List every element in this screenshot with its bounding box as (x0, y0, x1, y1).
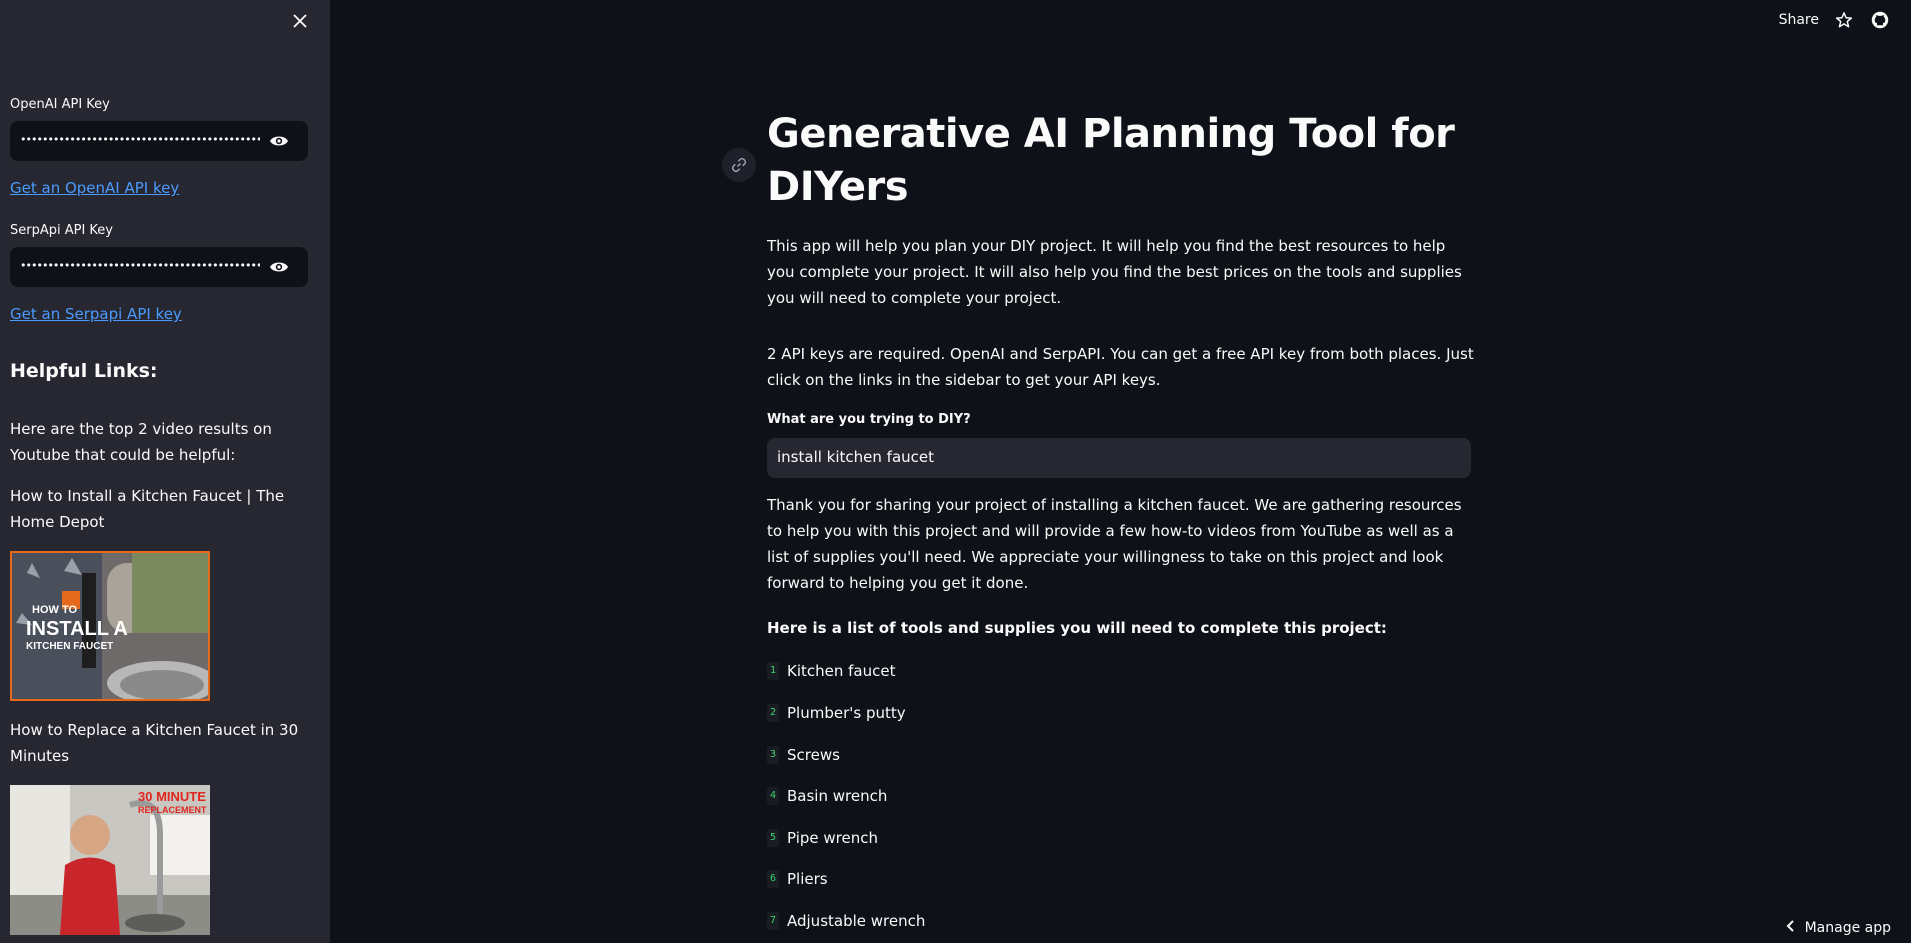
get-openai-key-link[interactable]: Get an OpenAI API key (10, 179, 179, 197)
openai-key-value[interactable]: ••••••••••••••••••••••••••••••••••••••••… (20, 133, 260, 146)
intro-paragraph: This app will help you plan your DIY pro… (767, 237, 1462, 307)
response-paragraph: Thank you for sharing your project of in… (767, 496, 1462, 592)
openai-key-label: OpenAI API Key (10, 97, 110, 112)
manage-app-label: Manage app (1804, 920, 1891, 936)
list-item-number: 1 (767, 662, 779, 680)
list-item: 4 Basin wrench (767, 783, 887, 809)
manage-app-button[interactable]: Manage app (1770, 913, 1911, 943)
video-1-thumb-prefix: HOW TO (32, 604, 77, 616)
video-1-title: How to Install a Kitchen Faucet | The Ho… (10, 487, 285, 531)
star-icon[interactable] (1833, 9, 1855, 31)
list-item-label: Basin wrench (787, 787, 888, 805)
list-item-label: Pipe wrench (787, 829, 878, 847)
api-note-paragraph: 2 API keys are required. OpenAI and Serp… (767, 345, 1474, 389)
list-item: 5 Pipe wrench (767, 825, 878, 851)
sidebar: OpenAI API Key •••••••••••••••••••••••••… (0, 0, 330, 943)
top-toolbar: Share (1779, 0, 1911, 40)
list-item-number: 4 (767, 787, 779, 805)
video-1-thumb-subtext: KITCHEN FAUCET (26, 641, 113, 652)
chevron-left-icon (1785, 920, 1795, 936)
diy-project-input[interactable]: install kitchen faucet (767, 438, 1471, 478)
list-item-label: Adjustable wrench (787, 912, 926, 930)
list-item-number: 7 (767, 912, 779, 930)
list-item-number: 5 (767, 829, 779, 847)
openai-key-input[interactable]: ••••••••••••••••••••••••••••••••••••••••… (10, 121, 308, 161)
video-2-thumb-subtext: REPLACEMENT (138, 805, 207, 815)
list-item-number: 3 (767, 746, 779, 764)
github-icon[interactable] (1869, 9, 1891, 31)
share-button[interactable]: Share (1779, 12, 1819, 28)
video-1-thumbnail[interactable]: HOW TO INSTALL A KITCHEN FAUCET (10, 551, 210, 701)
list-item-number: 6 (767, 870, 779, 888)
list-item: 7 Adjustable wrench (767, 908, 925, 934)
supplies-list-heading: Here is a list of tools and supplies you… (767, 619, 1387, 637)
link-anchor-icon[interactable] (722, 148, 756, 182)
videos-intro-text: Here are the top 2 video results on Yout… (10, 420, 272, 464)
list-item: 6 Pliers (767, 866, 828, 892)
serpapi-key-label: SerpApi API Key (10, 223, 114, 238)
close-sidebar-icon[interactable] (288, 9, 312, 33)
serpapi-key-input[interactable]: ••••••••••••••••••••••••••••••••••••••••… (10, 247, 308, 287)
list-item-number: 2 (767, 704, 779, 722)
page-title: Generative AI Planning Tool for DIYers (767, 111, 1455, 210)
video-2-thumb-text: 30 MINUTE (138, 789, 206, 804)
get-serpapi-key-link[interactable]: Get an Serpapi API key (10, 305, 182, 323)
list-item-label: Plumber's putty (787, 704, 906, 722)
video-1-thumb-text: INSTALL A (26, 618, 128, 640)
video-2-thumbnail[interactable]: 30 MINUTE REPLACEMENT (10, 785, 210, 935)
list-item-label: Kitchen faucet (787, 662, 896, 680)
video-2-title: How to Replace a Kitchen Faucet in 30 Mi… (10, 721, 299, 765)
show-password-eye-icon[interactable] (268, 131, 290, 151)
helpful-links-heading: Helpful Links: (10, 360, 158, 382)
serpapi-key-value[interactable]: ••••••••••••••••••••••••••••••••••••••••… (20, 259, 260, 272)
diy-input-label: What are you trying to DIY? (767, 412, 971, 427)
list-item: 3 Screws (767, 742, 840, 768)
list-item: 1 Kitchen faucet (767, 658, 895, 684)
list-item: 2 Plumber's putty (767, 700, 906, 726)
list-item-label: Screws (787, 746, 840, 764)
show-password-eye-icon[interactable] (268, 257, 290, 277)
list-item-label: Pliers (787, 870, 828, 888)
